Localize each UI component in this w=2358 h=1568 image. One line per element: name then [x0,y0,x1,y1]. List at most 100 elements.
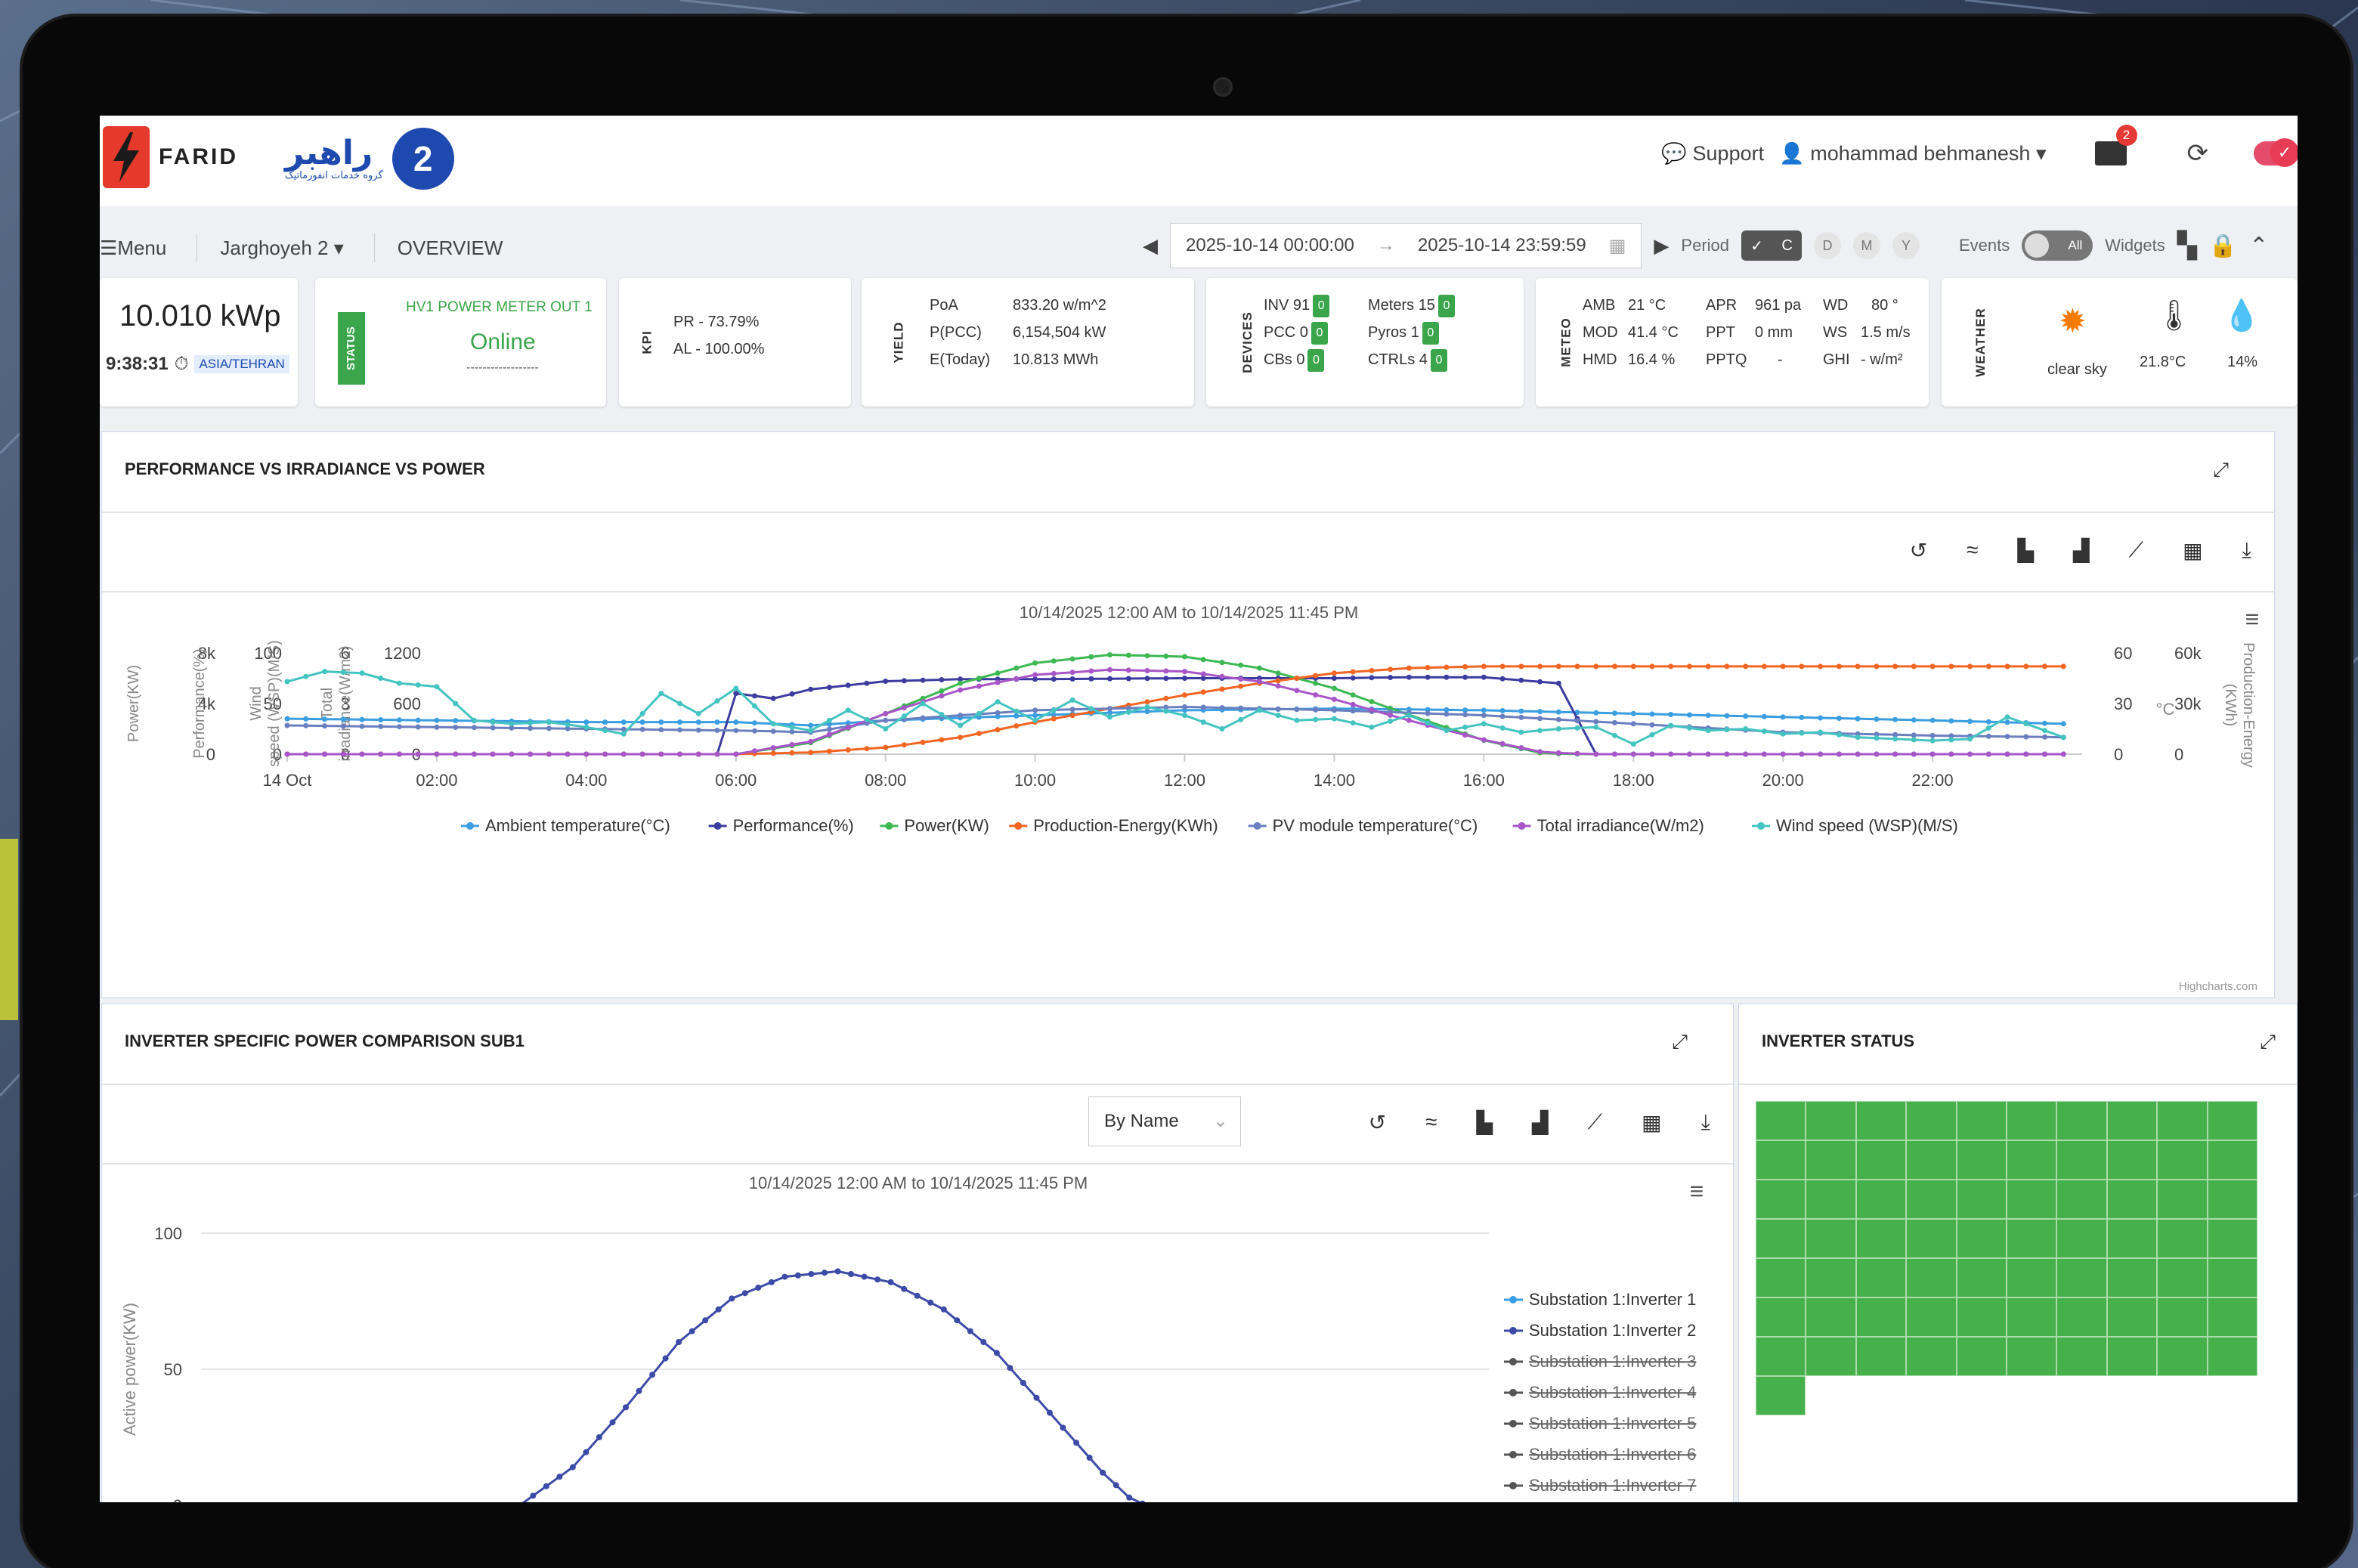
user-menu[interactable]: 👤 mohammad behmanesh ▾ [1779,141,2046,165]
inverter-status-cell[interactable] [2056,1297,2107,1337]
inverter-status-cell[interactable] [2157,1140,2208,1180]
column-chart-icon[interactable]: ▟ [2073,538,2090,563]
legend-item[interactable]: Ambient temperature(°C) [485,816,670,835]
inverter-status-cell[interactable] [2106,1140,2158,1180]
inverter-status-cell[interactable] [1956,1297,2007,1337]
legend-item[interactable]: Substation 1:Inverter 6 [1529,1445,1696,1464]
inverter-status-cell[interactable] [1956,1258,2007,1297]
inverter-status-cell[interactable] [2157,1337,2208,1376]
legend-item[interactable]: Power(KW) [904,816,989,835]
lock-icon[interactable]: 🔒 [2209,233,2237,259]
legend-item[interactable]: Total irradiance(W/m2) [1537,816,1704,835]
inverter-status-cell[interactable] [1906,1180,1957,1219]
widgets-icon[interactable]: ▚ [2177,230,2197,261]
inverter-status-cell[interactable] [2007,1101,2057,1140]
reset-icon[interactable]: ↺ [1910,538,1927,563]
legend-item[interactable]: Performance(%) [733,816,854,835]
inverter-status-cell[interactable] [2106,1219,2158,1258]
inverter-status-cell[interactable] [1855,1140,1907,1180]
inverter-status-cell[interactable] [1956,1101,2007,1140]
legend-item[interactable]: PV module temperature(°C) [1273,816,1478,835]
bar-chart-icon[interactable]: ▙ [1476,1110,1493,1135]
trend-icon[interactable]: ≈ [1967,538,1978,563]
next-date-icon[interactable]: ▶ [1654,234,1669,258]
inverter-status-cell[interactable] [1756,1101,1806,1140]
events-toggle[interactable]: All [2022,230,2093,261]
inverter-status-cell[interactable] [1756,1140,1806,1180]
inverter-status-cell[interactable] [1756,1258,1806,1297]
inverter-status-cell[interactable] [1906,1258,1957,1297]
meters-alarm-badge[interactable]: 0 [1437,294,1455,317]
inverter-status-cell[interactable] [1756,1376,1806,1415]
inverter-status-cell[interactable] [1956,1219,2007,1258]
inverter-status-cell[interactable] [1806,1180,1856,1219]
inverter-status-cell[interactable] [2207,1337,2257,1376]
inverter-status-cell[interactable] [1855,1219,1907,1258]
inverter-status-cell[interactable] [2207,1101,2257,1140]
inverter-status-cell[interactable] [2207,1140,2257,1180]
inverter-status-cell[interactable] [1806,1219,1856,1258]
inverter-status-cell[interactable] [1906,1219,1957,1258]
inverter-status-cell[interactable] [2207,1297,2257,1337]
mail-icon[interactable]: 2 [2094,125,2137,165]
table-icon[interactable]: ▦ [2183,538,2202,563]
farid-logo[interactable]: FARID [103,126,238,188]
inverter-status-cell[interactable] [2007,1337,2057,1376]
line-chart-icon[interactable]: ⟋ [2129,538,2144,563]
inverter-status-cell[interactable] [1855,1258,1907,1297]
inverter-status-cell[interactable] [1956,1180,2007,1219]
inverter-status-cell[interactable] [2106,1258,2158,1297]
table-icon[interactable]: ▦ [1642,1110,1661,1135]
period-year-button[interactable]: Y [1892,232,1920,259]
expand-icon[interactable]: ⤢ [1672,1030,1688,1054]
legend-item[interactable]: Substation 1:Inverter 7 [1529,1476,1696,1495]
menu-button[interactable]: ☰Menu [100,237,166,260]
inverter-status-cell[interactable] [2207,1180,2257,1219]
inv-alarm-badge[interactable]: 0 [1313,294,1330,317]
collapse-icon[interactable]: ⌃ [2249,233,2268,259]
legend-item[interactable]: Substation 1:Inverter 2 [1529,1321,1696,1340]
inverter-status-cell[interactable] [2157,1101,2208,1140]
date-from[interactable]: 2025-10-14 00:00:00 [1186,235,1354,256]
inverter-status-cell[interactable] [2056,1258,2107,1297]
inverter-status-cell[interactable] [1906,1297,1957,1337]
inverter-status-cell[interactable] [2106,1297,2158,1337]
inverter-status-cell[interactable] [2056,1140,2107,1180]
line-chart-icon[interactable]: ⟋ [1588,1110,1603,1135]
inverter-status-cell[interactable] [2157,1219,2208,1258]
inverter-status-cell[interactable] [1855,1180,1907,1219]
inverter-status-cell[interactable] [1756,1219,1806,1258]
inverter-status-cell[interactable] [2106,1101,2158,1140]
rahbar-logo[interactable]: راهبر گروه خدمات انفورماتیک 2 [285,128,454,190]
calendar-icon[interactable]: ▦ [1609,235,1626,257]
legend-item[interactable]: Substation 1:Inverter 1 [1529,1290,1696,1309]
expand-icon[interactable]: ⤢ [2213,458,2229,482]
inverter-status-cell[interactable] [1956,1140,2007,1180]
site-select[interactable]: Jarghoyeh 2 ▾ [220,237,343,260]
legend-item[interactable]: Production-Energy(KWh) [1033,816,1218,835]
period-month-button[interactable]: M [1853,232,1880,259]
inverter-status-cell[interactable] [1906,1337,1957,1376]
reset-icon[interactable]: ↺ [1369,1110,1386,1135]
inverter-status-cell[interactable] [2007,1297,2057,1337]
inverter-status-cell[interactable] [1806,1140,1856,1180]
inverter-status-cell[interactable] [1855,1337,1907,1376]
period-current-button[interactable]: ✓ C [1741,230,1802,261]
inverter-status-cell[interactable] [1855,1297,1907,1337]
inverter-status-cell[interactable] [1756,1180,1806,1219]
legend-item[interactable]: Substation 1:Inverter 4 [1529,1383,1696,1402]
inverter-status-cell[interactable] [2007,1219,2057,1258]
inverter-status-cell[interactable] [1806,1101,1856,1140]
pcc-alarm-badge[interactable]: 0 [1311,321,1328,345]
inverter-status-cell[interactable] [1756,1297,1806,1337]
column-chart-icon[interactable]: ▟ [1532,1110,1549,1135]
inverter-status-cell[interactable] [1806,1337,1856,1376]
inverter-status-cell[interactable] [2056,1337,2107,1376]
prev-date-icon[interactable]: ◀ [1143,234,1158,258]
trend-icon[interactable]: ≈ [1425,1110,1437,1135]
date-to[interactable]: 2025-10-14 23:59:59 [1418,235,1586,256]
inverter-status-cell[interactable] [2207,1258,2257,1297]
inverter-status-cell[interactable] [2157,1180,2208,1219]
legend-item[interactable]: Substation 1:Inverter 3 [1529,1352,1696,1371]
cbs-alarm-badge[interactable]: 0 [1307,348,1325,372]
